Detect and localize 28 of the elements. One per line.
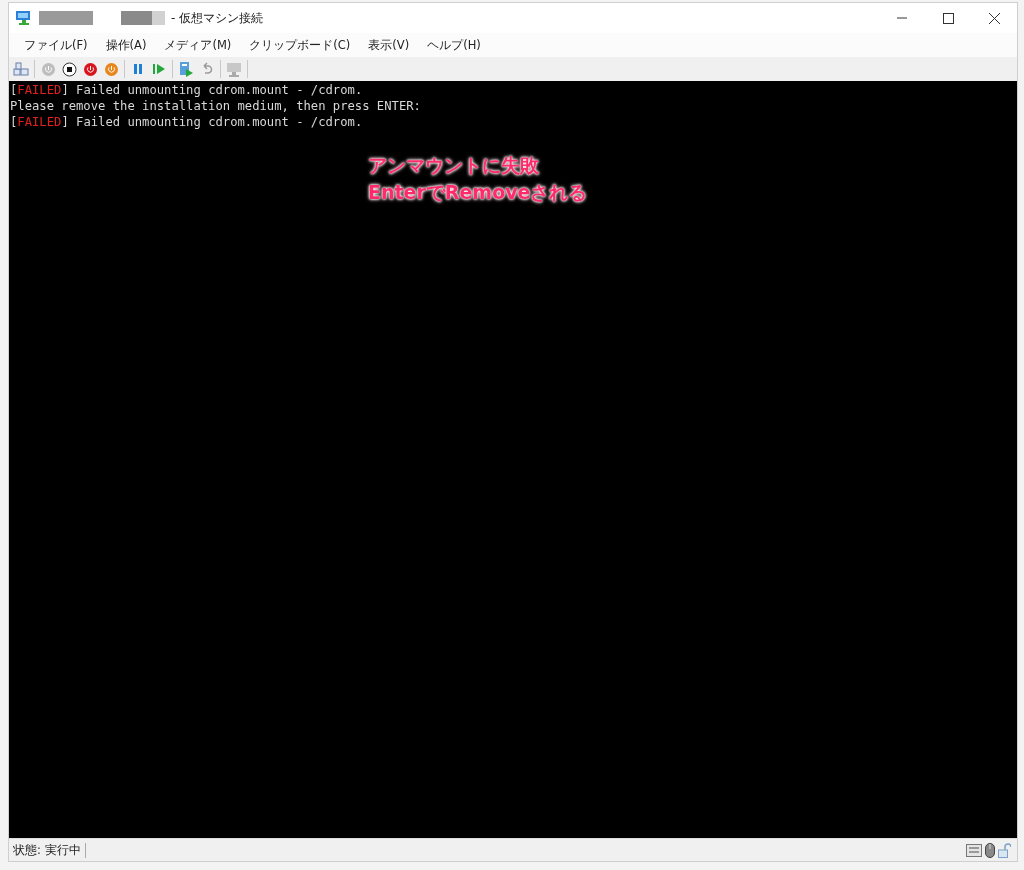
console-line: [FAILED] Failed unmounting cdrom.mount - /cdrom. [10,114,363,130]
console-screen[interactable]: [FAILED] Failed unmounting cdrom.mount - /cdrom. Please remove the installation medium, then press ENTER: [FAILED] Failed unmounting cdrom.mount - /cdrom. アンマウントに失敗 EnterでRemoveされる [9,81,1017,838]
power-icon[interactable] [40,61,56,77]
monitor-icon [15,10,33,26]
unlocked-padlock-icon [998,842,1011,858]
close-icon [988,12,1000,24]
mouse-icon [985,842,995,858]
keyboard-shortcut-icon[interactable] [13,61,29,77]
console-line: Please remove the installation medium, then press ENTER: [10,98,421,114]
annotation-text: アンマウントに失敗 [368,153,539,178]
menu-item[interactable]: メディア(M) [155,35,241,55]
monitor-icon[interactable] [226,61,242,77]
status-text: 状態: 実行中 [13,842,86,858]
maximize-icon [942,12,954,24]
menu-item[interactable]: 表示(V) [359,35,419,55]
console-line: [FAILED] Failed unmounting cdrom.mount - /cdrom. [10,82,363,98]
menu-item[interactable]: ファイル(F) [15,35,97,55]
play-icon[interactable] [151,61,167,77]
checkpoint-icon[interactable] [178,61,194,77]
stop-icon[interactable] [61,61,77,77]
shutdown-icon[interactable] [82,61,98,77]
menu-item[interactable]: クリップボード(C) [240,35,360,55]
window-title: - 仮想マシン接続 [171,9,264,27]
annotation-text: EnterでRemoveされる [368,180,588,205]
power-icon[interactable] [103,61,119,77]
menu-item[interactable]: 操作(A) [96,35,156,55]
keyboard-icon [966,843,982,857]
menu-item[interactable]: ヘルプ(H) [418,35,490,55]
